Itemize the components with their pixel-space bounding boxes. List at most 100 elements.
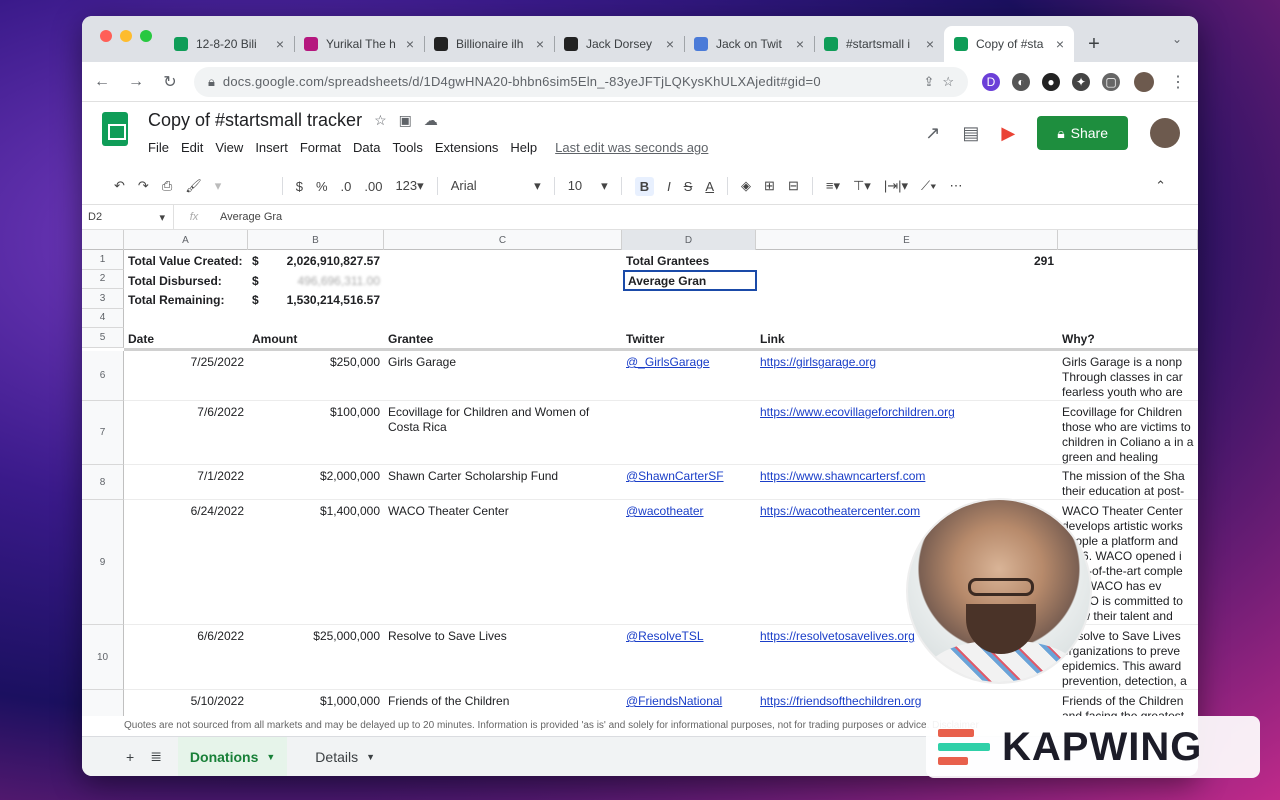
menu-file[interactable]: File: [148, 140, 169, 155]
sheet-tab-donations[interactable]: Donations ▼: [177, 736, 288, 776]
merge-cells-icon[interactable]: ⊟: [788, 178, 799, 194]
amount-cell[interactable]: $1,400,000: [248, 500, 384, 523]
grantee-cell[interactable]: WACO Theater Center: [384, 500, 622, 523]
browser-tab[interactable]: Billionaire ilh ×: [424, 26, 554, 62]
row-header[interactable]: [82, 690, 124, 716]
extension-icon[interactable]: D: [982, 72, 1000, 91]
text-rotation-icon[interactable]: ⟋▾: [921, 178, 936, 194]
sheet-tab-details[interactable]: Details ▼: [303, 737, 387, 777]
row-header[interactable]: 5: [82, 328, 124, 348]
menu-help[interactable]: Help: [510, 140, 537, 155]
cloud-status-icon[interactable]: ☁: [424, 112, 438, 129]
menu-edit[interactable]: Edit: [181, 140, 203, 155]
last-edit-link[interactable]: Last edit was seconds ago: [555, 140, 708, 155]
more-tools-icon[interactable]: ⋯: [949, 178, 962, 194]
close-window-button[interactable]: [100, 30, 112, 42]
tab-close-icon[interactable]: ×: [926, 36, 934, 52]
date-cell[interactable]: 5/10/2022: [124, 690, 248, 713]
share-button[interactable]: 🔒︎ Share: [1037, 116, 1128, 150]
minimize-window-button[interactable]: [120, 30, 132, 42]
decrease-decimal-button[interactable]: .0: [341, 179, 352, 194]
name-box[interactable]: D2 ▾: [82, 205, 174, 229]
row-header[interactable]: 4: [82, 308, 124, 328]
italic-button[interactable]: I: [667, 179, 671, 194]
website-link[interactable]: https://girlsgarage.org: [756, 351, 1058, 374]
column-header[interactable]: B: [248, 230, 384, 250]
grantee-cell[interactable]: Ecovillage for Children and Women of Cos…: [384, 401, 622, 439]
strikethrough-button[interactable]: S: [684, 179, 693, 194]
date-cell[interactable]: 7/1/2022: [124, 465, 248, 488]
redo-icon[interactable]: ↷: [138, 178, 149, 194]
collapse-toolbar-icon[interactable]: ⌃: [1155, 178, 1166, 194]
maximize-window-button[interactable]: [140, 30, 152, 42]
amount-cell[interactable]: $250,000: [248, 351, 384, 374]
menu-format[interactable]: Format: [300, 140, 341, 155]
tab-close-icon[interactable]: ×: [536, 36, 544, 52]
summary-value-2[interactable]: [756, 309, 1058, 317]
formula-input[interactable]: Average Gra: [214, 211, 282, 223]
activity-trend-icon[interactable]: ↗: [925, 123, 940, 144]
why-cell[interactable]: Girls Garage is a nonp Through classes i…: [1058, 351, 1198, 401]
comments-icon[interactable]: ▤: [962, 123, 979, 144]
date-cell[interactable]: 7/6/2022: [124, 401, 248, 424]
dropdown-arrow-icon[interactable]: ▼: [366, 752, 375, 762]
new-tab-button[interactable]: +: [1074, 26, 1114, 62]
tab-close-icon[interactable]: ×: [666, 36, 674, 52]
all-sheets-button[interactable]: ≣: [150, 748, 162, 765]
add-sheet-button[interactable]: +: [126, 749, 134, 765]
star-icon[interactable]: ☆: [374, 112, 387, 129]
browser-menu-icon[interactable]: ⋮: [1168, 72, 1188, 92]
why-cell[interactable]: Friends of the Children and facing the g…: [1058, 690, 1198, 716]
zoom-select[interactable]: ▾: [215, 178, 269, 194]
row-header[interactable]: 7: [82, 401, 124, 465]
sheets-logo-icon[interactable]: [102, 112, 128, 146]
grantee-cell[interactable]: Resolve to Save Lives: [384, 625, 622, 648]
column-header[interactable]: E: [756, 230, 1058, 250]
grantee-cell[interactable]: Girls Garage: [384, 351, 622, 374]
twitter-link[interactable]: @ShawnCarterSF: [622, 465, 756, 488]
fill-color-icon[interactable]: ◈: [741, 178, 751, 194]
amount-cell[interactable]: $100,000: [248, 401, 384, 424]
move-folder-icon[interactable]: ▣: [399, 112, 412, 129]
currency-format-button[interactable]: $: [296, 179, 303, 194]
row-header[interactable]: 8: [82, 465, 124, 500]
tab-close-icon[interactable]: ×: [796, 36, 804, 52]
column-header[interactable]: D: [622, 230, 756, 250]
row-header[interactable]: 9: [82, 500, 124, 625]
more-formats-button[interactable]: 123▾: [395, 178, 423, 194]
extension-icon[interactable]: ✦: [1072, 72, 1090, 91]
text-wrap-icon[interactable]: |⇥|▾: [884, 178, 908, 194]
share-page-icon[interactable]: ⇪: [923, 74, 934, 90]
why-cell[interactable]: The mission of the Sha their education a…: [1058, 465, 1198, 500]
twitter-link[interactable]: [622, 401, 756, 409]
browser-tab[interactable]: Yurikal The h ×: [294, 26, 424, 62]
amount-cell[interactable]: $1,000,000: [248, 690, 384, 713]
menu-insert[interactable]: Insert: [255, 140, 288, 155]
font-select[interactable]: Arial ▾: [451, 178, 541, 194]
user-avatar[interactable]: [1150, 118, 1180, 148]
omnibox[interactable]: 🔒︎ docs.google.com/spreadsheets/d/1D4gwH…: [194, 66, 968, 97]
profile-avatar[interactable]: [1134, 71, 1154, 92]
amount-cell[interactable]: $2,000,000: [248, 465, 384, 488]
twitter-link[interactable]: @_GirlsGarage: [622, 351, 756, 374]
row-header[interactable]: 1: [82, 250, 124, 270]
twitter-link[interactable]: @wacotheater: [622, 500, 756, 523]
back-arrow-icon[interactable]: ←: [92, 73, 112, 91]
dropdown-arrow-icon[interactable]: ▼: [266, 752, 275, 762]
twitter-link[interactable]: @ResolveTSL: [622, 625, 756, 648]
extension-icon[interactable]: ●: [1042, 72, 1060, 91]
menu-tools[interactable]: Tools: [392, 140, 422, 155]
tab-close-icon[interactable]: ×: [276, 36, 284, 52]
bookmark-star-icon[interactable]: ☆: [942, 74, 954, 90]
column-header[interactable]: C: [384, 230, 622, 250]
amount-cell[interactable]: $25,000,000: [248, 625, 384, 648]
browser-tab[interactable]: Jack on Twit ×: [684, 26, 814, 62]
menu-extensions[interactable]: Extensions: [435, 140, 499, 155]
summary-value-2[interactable]: [756, 289, 1058, 297]
column-header[interactable]: A: [124, 230, 248, 250]
date-cell[interactable]: 7/25/2022: [124, 351, 248, 374]
undo-icon[interactable]: ↶: [114, 178, 125, 194]
reload-icon[interactable]: ↻: [160, 72, 180, 92]
extension-icon[interactable]: ▢: [1102, 72, 1120, 91]
menu-data[interactable]: Data: [353, 140, 380, 155]
